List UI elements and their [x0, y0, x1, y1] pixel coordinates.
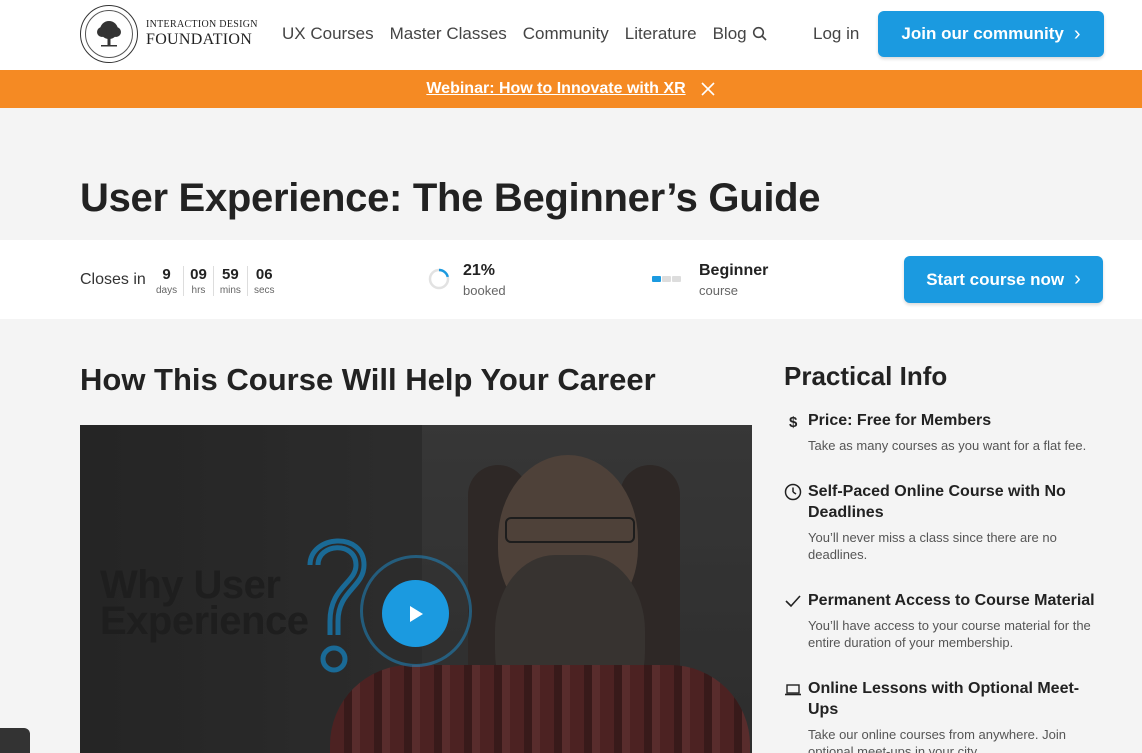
- play-icon: [409, 605, 423, 622]
- nav-blog[interactable]: Blog: [713, 24, 747, 44]
- difficulty-level-icon: [652, 276, 682, 282]
- level-step: [652, 276, 661, 282]
- countdown-minutes: 59 mins: [214, 266, 248, 296]
- nav-master-classes[interactable]: Master Classes: [390, 24, 507, 44]
- level-step: [662, 276, 671, 282]
- info-item-permanent-access: Permanent Access to Course Material You’…: [784, 590, 1104, 651]
- logo-tree-emblem: [80, 5, 138, 63]
- nav-ux-courses[interactable]: UX Courses: [282, 24, 374, 44]
- login-link[interactable]: Log in: [813, 24, 859, 44]
- booked-progress-ring-icon: [428, 268, 450, 290]
- section-title: How This Course Will Help Your Career: [80, 362, 656, 397]
- webinar-banner: Webinar: How to Innovate with XR: [0, 70, 1142, 108]
- practical-info-title: Practical Info: [784, 361, 948, 391]
- course-intro-video[interactable]: Why User Experience: [80, 425, 752, 753]
- nav-community[interactable]: Community: [523, 24, 609, 44]
- start-course-button[interactable]: Start course now ›: [904, 256, 1103, 303]
- booked-percentage: 21%: [463, 262, 496, 279]
- laptop-icon: [785, 684, 801, 696]
- logo-line-1: INTERACTION DESIGN: [146, 19, 258, 30]
- site-header: INTERACTION DESIGN FOUNDATION UX Courses…: [0, 0, 1142, 70]
- chevron-right-icon: ›: [1074, 268, 1081, 290]
- main-nav: UX Courses Master Classes Community Lite…: [282, 24, 763, 44]
- video-caption: Why User Experience: [100, 563, 309, 643]
- countdown-seconds: 06 secs: [253, 266, 275, 296]
- logo-line-2: FOUNDATION: [146, 31, 253, 48]
- course-level: Beginner: [699, 262, 769, 279]
- info-item-online-lessons: Online Lessons with Optional Meet-Ups Ta…: [784, 678, 1104, 753]
- course-stats-bar: Closes in 9 days 09 hrs 59 mins 06 secs …: [0, 240, 1142, 319]
- clock-icon: [784, 483, 802, 501]
- svg-text:$: $: [789, 414, 798, 430]
- start-course-label: Start course now: [926, 269, 1065, 289]
- search-icon[interactable]: [752, 26, 768, 42]
- booked-label: booked: [463, 283, 506, 298]
- info-item-price: $ Price: Free for Members Take as many c…: [784, 410, 1104, 454]
- chevron-right-icon: ›: [1073, 22, 1081, 45]
- info-item-self-paced: Self-Paced Online Course with No Deadlin…: [784, 481, 1104, 563]
- dollar-icon: $: [789, 414, 798, 430]
- webinar-link[interactable]: Webinar: How to Innovate with XR: [426, 80, 685, 98]
- countdown-timer: 9 days 09 hrs 59 mins 06 secs: [150, 266, 281, 296]
- join-community-label: Join our community: [901, 24, 1064, 43]
- countdown-days: 9 days: [150, 266, 185, 296]
- site-logo[interactable]: INTERACTION DESIGN FOUNDATION: [80, 5, 258, 63]
- close-icon[interactable]: [700, 81, 716, 97]
- checkmark-icon: [785, 595, 801, 608]
- chat-widget-button[interactable]: [0, 728, 30, 753]
- closes-in-label: Closes in: [80, 271, 146, 288]
- course-level-label: course: [699, 283, 739, 298]
- countdown-hours: 09 hrs: [184, 266, 214, 296]
- video-play-button[interactable]: [382, 580, 449, 647]
- nav-literature[interactable]: Literature: [625, 24, 697, 44]
- page-title: User Experience: The Beginner’s Guide: [80, 176, 821, 220]
- level-step: [672, 276, 681, 282]
- join-community-button[interactable]: Join our community ›: [878, 11, 1104, 57]
